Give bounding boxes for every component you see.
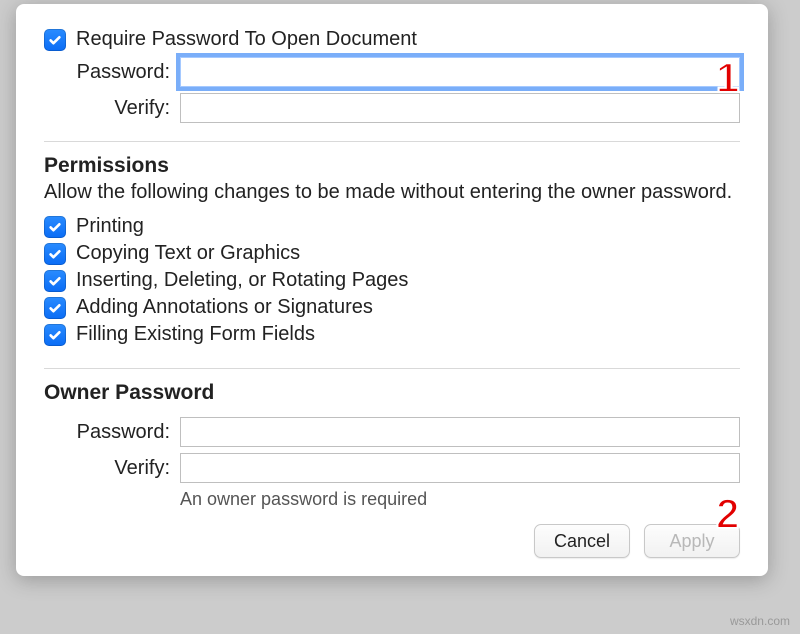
- checkmark-icon: [48, 328, 62, 342]
- owner-verify-input[interactable]: [180, 453, 740, 483]
- permissions-description: Allow the following changes to be made w…: [44, 180, 740, 205]
- permission-label: Filling Existing Form Fields: [76, 323, 315, 346]
- permission-label: Inserting, Deleting, or Rotating Pages: [76, 269, 408, 292]
- permissions-list: Printing Copying Text or Graphics Insert…: [44, 215, 740, 346]
- permission-label: Printing: [76, 215, 144, 238]
- open-password-row: Password:: [44, 57, 740, 87]
- permission-annotations-checkbox[interactable]: [44, 297, 66, 319]
- open-verify-input[interactable]: [180, 93, 740, 123]
- open-password-input[interactable]: [180, 57, 740, 87]
- permission-inserting: Inserting, Deleting, or Rotating Pages: [44, 269, 740, 292]
- owner-password-hint: An owner password is required: [180, 489, 740, 510]
- permission-form-fields-checkbox[interactable]: [44, 324, 66, 346]
- permissions-title: Permissions: [44, 154, 740, 178]
- require-password-checkbox[interactable]: [44, 29, 66, 51]
- permission-label: Adding Annotations or Signatures: [76, 296, 373, 319]
- callout-annotation-1: 1: [716, 54, 739, 102]
- open-password-label: Password:: [44, 61, 180, 84]
- checkmark-icon: [48, 247, 62, 261]
- checkmark-icon: [48, 220, 62, 234]
- require-password-label: Require Password To Open Document: [76, 28, 417, 51]
- permission-annotations: Adding Annotations or Signatures: [44, 296, 740, 319]
- owner-password-input[interactable]: [180, 417, 740, 447]
- password-dialog: Require Password To Open Document Passwo…: [16, 4, 768, 576]
- permission-inserting-checkbox[interactable]: [44, 270, 66, 292]
- watermark: wsxdn.com: [730, 614, 790, 628]
- permission-printing: Printing: [44, 215, 740, 238]
- owner-password-row: Password:: [44, 417, 740, 447]
- callout-annotation-2: 2: [716, 490, 739, 538]
- owner-password-title: Owner Password: [44, 381, 740, 405]
- cancel-button[interactable]: Cancel: [534, 524, 630, 558]
- open-verify-row: Verify:: [44, 93, 740, 123]
- open-password-section: Require Password To Open Document Passwo…: [44, 28, 740, 137]
- checkmark-icon: [48, 301, 62, 315]
- require-password-row: Require Password To Open Document: [44, 28, 740, 51]
- permission-label: Copying Text or Graphics: [76, 242, 300, 265]
- checkmark-icon: [48, 274, 62, 288]
- divider: [44, 368, 740, 369]
- permission-form-fields: Filling Existing Form Fields: [44, 323, 740, 346]
- permissions-section: Permissions Allow the following changes …: [44, 154, 740, 364]
- owner-verify-row: Verify:: [44, 453, 740, 483]
- owner-verify-label: Verify:: [44, 457, 180, 480]
- owner-password-label: Password:: [44, 421, 180, 444]
- checkmark-icon: [48, 33, 62, 47]
- permission-printing-checkbox[interactable]: [44, 216, 66, 238]
- dialog-buttons: Cancel Apply: [44, 524, 740, 558]
- open-verify-label: Verify:: [44, 97, 180, 120]
- permission-copying-checkbox[interactable]: [44, 243, 66, 265]
- divider: [44, 141, 740, 142]
- owner-password-section: Owner Password Password: Verify: An owne…: [44, 381, 740, 514]
- permission-copying: Copying Text or Graphics: [44, 242, 740, 265]
